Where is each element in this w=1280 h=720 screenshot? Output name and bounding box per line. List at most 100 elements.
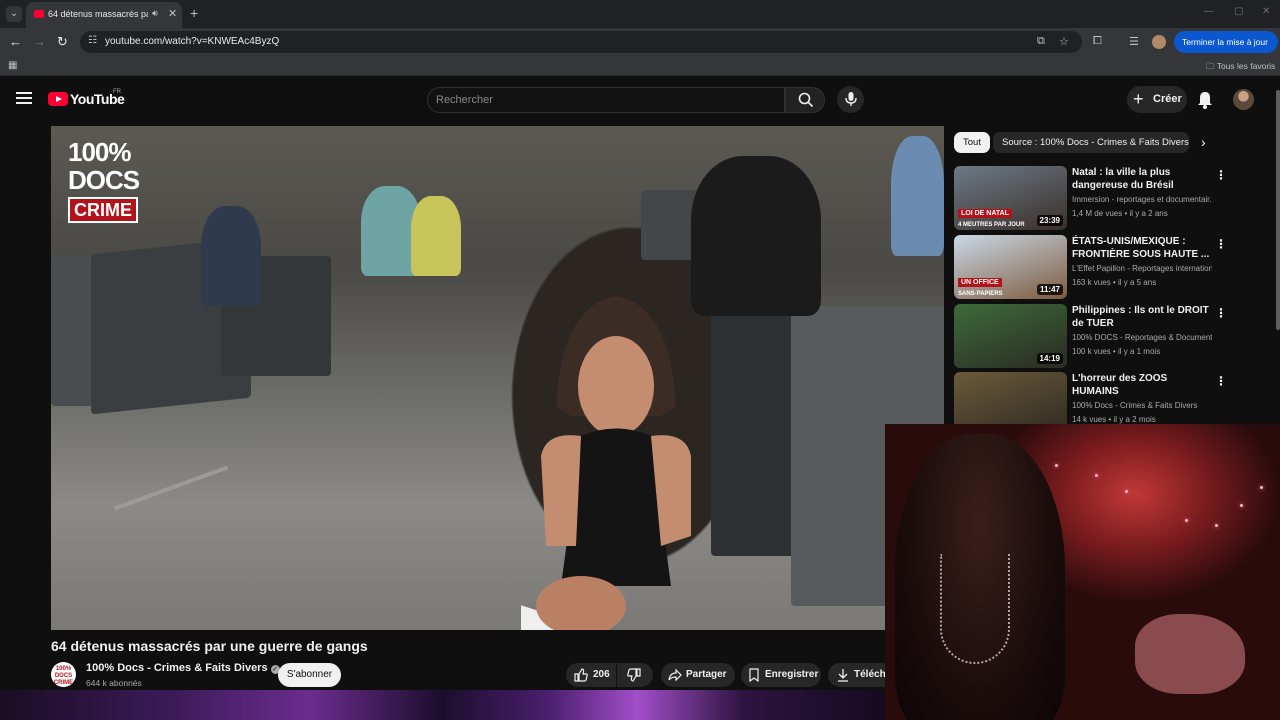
recommendation-title[interactable]: Philippines : Ils ont le DROIT de TUER: [1072, 304, 1212, 330]
close-window-icon[interactable]: ✕: [1262, 6, 1270, 17]
youtube-logo-icon[interactable]: [48, 92, 68, 106]
restore-icon[interactable]: ▢: [1234, 6, 1243, 17]
upload-age: il y a 2 ans: [1129, 209, 1168, 218]
string-light: [1055, 464, 1058, 467]
recommendation-channel[interactable]: 100% Docs - Crimes & Faits Divers: [1072, 401, 1212, 410]
chevron-right-icon[interactable]: ›: [1201, 134, 1206, 150]
extensions-icon[interactable]: ⧠: [1093, 35, 1102, 48]
floor-reflection: [113, 465, 229, 511]
string-light: [1125, 490, 1128, 493]
channel-name[interactable]: 100% Docs - Crimes & Faits Divers ✓: [86, 662, 280, 674]
filter-chip-source[interactable]: Source : 100% Docs - Crimes & Faits Dive…: [993, 132, 1189, 153]
background-person: [411, 196, 461, 276]
recommendation-title[interactable]: ÉTATS-UNIS/MEXIQUE : FRONTIÈRE SOUS HAUT…: [1072, 235, 1212, 261]
all-bookmarks-label: Tous les favoris: [1216, 61, 1276, 71]
microphone-icon: [845, 92, 857, 106]
address-bar[interactable]: ☷ youtube.com/watch?v=KNWEAc4ByzQ: [80, 31, 1082, 53]
search-button[interactable]: [785, 87, 825, 113]
recommendation-channel[interactable]: L'Effet Papillon - Reportages internatio…: [1072, 264, 1212, 273]
apps-grid-icon[interactable]: ▦: [8, 60, 17, 71]
more-actions-icon[interactable]: ⋮: [1215, 306, 1227, 320]
save-button[interactable]: Enregistrer: [741, 663, 821, 687]
update-browser-button[interactable]: Terminer la mise à jour: [1174, 31, 1278, 53]
voice-search-button[interactable]: [837, 86, 864, 113]
all-bookmarks-button[interactable]: 🗀 Tous les favoris: [1206, 61, 1275, 75]
youtube-header: YouTube FR Rechercher + Créer: [0, 81, 1280, 119]
recommendation-channel[interactable]: Immersion - reportages et documentair...: [1072, 195, 1212, 204]
recommendation-item[interactable]: 14:19 Philippines : Ils ont le DROIT de T…: [954, 304, 1274, 368]
search-input[interactable]: Rechercher: [427, 87, 785, 113]
like-count: 206: [593, 669, 610, 680]
site-info-icon[interactable]: ☷: [88, 35, 97, 46]
profile-avatar[interactable]: [1152, 35, 1166, 49]
bookmark-star-icon[interactable]: ☆: [1059, 35, 1069, 48]
duration-badge: 11:47: [1036, 284, 1063, 295]
browser-tab[interactable]: 64 détenus massacrés par u 🔊︎ ✕: [26, 2, 182, 28]
thumbs-up-icon: [574, 668, 588, 682]
recommendation-stats: 1,4 M de vues • il y a 2 ans: [1072, 209, 1168, 218]
close-tab-icon[interactable]: ✕: [168, 7, 177, 20]
channel-name-text[interactable]: 100% Docs - Crimes & Faits Divers: [86, 662, 268, 674]
reload-icon[interactable]: ↻: [57, 34, 68, 50]
string-light: [1215, 524, 1218, 527]
video-player[interactable]: 100% DOCS CRIME: [51, 126, 944, 630]
recommendation-title[interactable]: Natal : la ville la plus dangereuse du B…: [1072, 166, 1212, 192]
thumbnail-subcaption: SANS-PAPIERS: [958, 291, 1003, 297]
webcam-overlay: [885, 424, 1280, 720]
recommendation-item[interactable]: LOI DE NATAL 4 MEUTRES PAR JOUR 23:39 Natal…: [954, 166, 1274, 230]
string-light: [1095, 474, 1098, 477]
back-icon[interactable]: ←: [9, 34, 22, 49]
minimize-icon[interactable]: —: [1204, 6, 1214, 17]
main-subject: [521, 296, 691, 630]
browser-tab-strip: ⌄ 64 détenus massacrés par u 🔊︎ ✕ + — ▢ …: [0, 0, 1280, 28]
subscribe-button[interactable]: S'abonner: [278, 663, 341, 687]
forward-icon[interactable]: →: [33, 34, 46, 49]
dislike-button[interactable]: [617, 663, 653, 687]
watermark-line1: 100%: [68, 137, 132, 167]
view-count: 14 k vues: [1072, 415, 1107, 424]
recommendation-thumbnail[interactable]: UN OFFICE SANS-PAPIERS 11:47: [954, 235, 1067, 299]
recommendation-thumbnail[interactable]: LOI DE NATAL 4 MEUTRES PAR JOUR 23:39: [954, 166, 1067, 230]
like-button[interactable]: 206: [566, 663, 616, 687]
user-avatar[interactable]: [1233, 89, 1254, 110]
install-app-icon[interactable]: ⧉: [1037, 35, 1045, 48]
more-actions-icon[interactable]: ⋮: [1215, 374, 1227, 388]
recommendation-stats: 14 k vues • il y a 2 mois: [1072, 415, 1156, 424]
share-button[interactable]: Partager: [661, 663, 735, 687]
search-placeholder: Rechercher: [436, 94, 493, 106]
reading-list-icon[interactable]: ☰: [1129, 35, 1139, 48]
necklace: [940, 554, 1010, 664]
more-actions-icon[interactable]: ⋮: [1215, 168, 1227, 182]
separator-dot: •: [1110, 347, 1118, 356]
share-label: Partager: [686, 669, 727, 680]
upload-age: il y a 5 ans: [1117, 278, 1157, 287]
notifications-bell-icon[interactable]: [1197, 91, 1213, 109]
string-light: [1185, 519, 1188, 522]
separator-dot: •: [1122, 209, 1130, 218]
page-scrollbar[interactable]: [1276, 90, 1280, 330]
more-actions-icon[interactable]: ⋮: [1215, 237, 1227, 251]
new-tab-icon[interactable]: +: [190, 5, 198, 21]
recommendation-item[interactable]: UN OFFICE SANS-PAPIERS 11:47 ÉTATS-UNIS/MEX…: [954, 235, 1274, 299]
recommendation-stats: 163 k vues • il y a 5 ans: [1072, 278, 1156, 287]
recommendation-title[interactable]: L'horreur des ZOOS HUMAINS: [1072, 372, 1212, 398]
menu-icon[interactable]: [16, 92, 32, 104]
filter-chip-all[interactable]: Tout: [954, 132, 990, 153]
share-icon: [668, 668, 682, 682]
recommendation-thumbnail[interactable]: 14:19: [954, 304, 1067, 368]
tab-search-icon[interactable]: ⌄: [6, 6, 22, 22]
speaker-icon[interactable]: 🔊︎: [152, 8, 158, 19]
background-person: [891, 136, 944, 256]
watermark-line3: CRIME: [68, 197, 138, 223]
string-light: [1260, 486, 1263, 489]
create-button[interactable]: + Créer: [1127, 86, 1187, 113]
thumbnail-caption: UN OFFICE: [958, 278, 1002, 287]
string-light: [1240, 504, 1243, 507]
create-label: Créer: [1153, 93, 1182, 105]
bookmarks-bar: ▦ 🗀 Tous les favoris: [0, 56, 1280, 76]
recommendation-channel[interactable]: 100% DOCS - Reportages & Documentair...: [1072, 333, 1212, 342]
save-label: Enregistrer: [765, 669, 819, 680]
video-title: 64 détenus massacrés par une guerre de g…: [51, 638, 368, 654]
channel-avatar[interactable]: 100% DOCS CRIME: [51, 662, 76, 687]
region-code: FR: [113, 89, 121, 95]
